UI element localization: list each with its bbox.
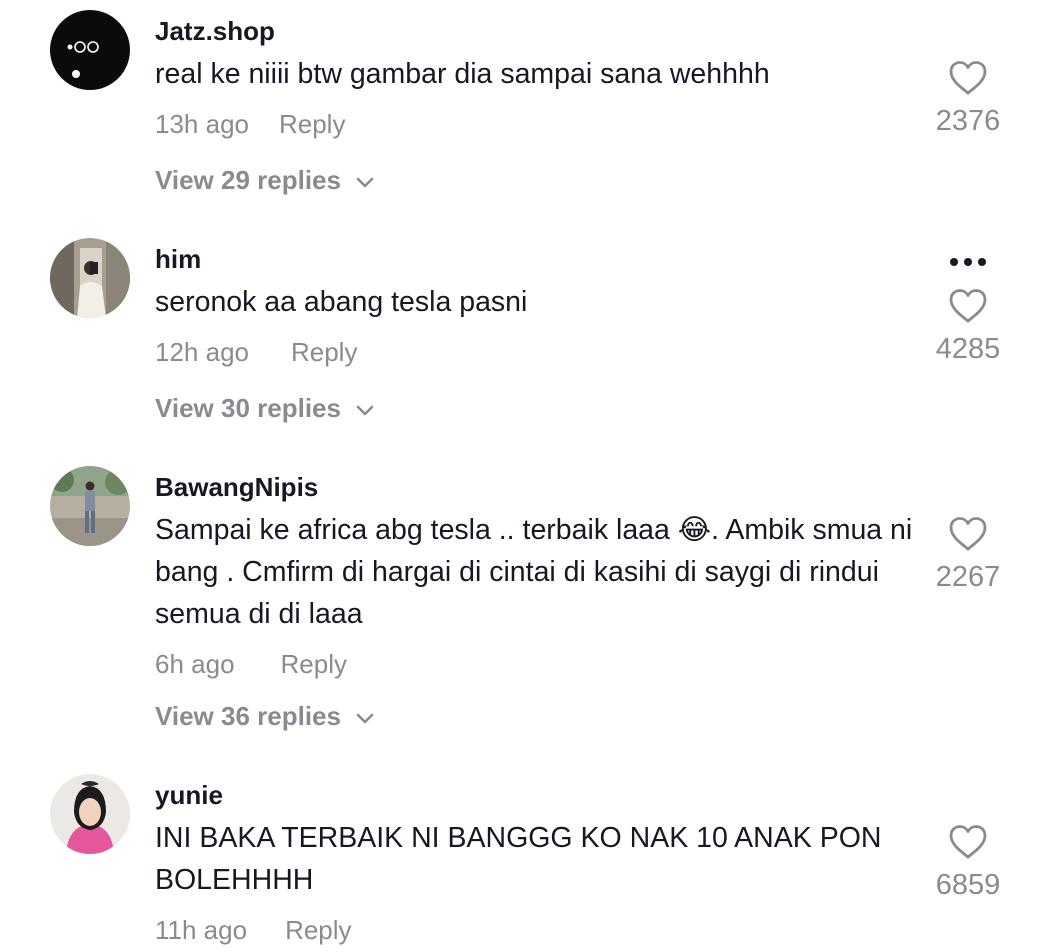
view-replies-button[interactable]: View 30 replies: [155, 393, 375, 424]
like-count: 4285: [935, 333, 1001, 365]
avatar[interactable]: [50, 774, 130, 854]
comment-text: seronok aa abang tesla pasni: [155, 286, 528, 318]
heart-outline-icon[interactable]: [948, 60, 988, 96]
comment-text: Sampai ke africa abg tesla .. terbaik la…: [155, 514, 913, 630]
timestamp: 12h ago: [155, 337, 249, 367]
heart-outline-icon[interactable]: [948, 288, 988, 324]
username[interactable]: BawangNipis: [155, 472, 318, 503]
heart-outline-icon[interactable]: [948, 824, 988, 860]
timestamp: 6h ago: [155, 649, 235, 679]
comment-meta: 12h ago Reply: [155, 337, 357, 368]
username[interactable]: yunie: [155, 780, 223, 811]
avatar[interactable]: [50, 466, 130, 546]
reply-button[interactable]: Reply: [285, 915, 351, 945]
chevron-down-icon: [355, 701, 375, 732]
like-count: 6859: [935, 869, 1001, 901]
comment-text: INI BAKA TERBAIK NI BANGGG KO NAK 10 ANA…: [155, 822, 882, 896]
username[interactable]: Jatz.shop: [155, 16, 275, 47]
heart-outline-icon[interactable]: [948, 516, 988, 552]
comment-text: real ke niiii btw gambar dia sampai sana…: [155, 58, 770, 90]
reply-button[interactable]: Reply: [279, 109, 345, 139]
reply-button[interactable]: Reply: [291, 337, 357, 367]
view-replies-label: View 36 replies: [155, 701, 341, 731]
username[interactable]: him: [155, 244, 201, 275]
view-replies-label: View 30 replies: [155, 393, 341, 423]
chevron-down-icon: [355, 165, 375, 196]
timestamp: 11h ago: [155, 915, 248, 945]
avatar[interactable]: [50, 238, 130, 318]
chevron-down-icon: [355, 393, 375, 424]
comment-meta: 11h ago Reply: [155, 915, 352, 946]
like-count: 2376: [935, 105, 1001, 137]
like-count: 2267: [935, 561, 1001, 593]
comment-meta: 6h ago Reply: [155, 649, 347, 680]
view-replies-button[interactable]: View 36 replies: [155, 701, 375, 732]
avatar[interactable]: [50, 10, 130, 90]
more-horizontal-icon[interactable]: [946, 255, 990, 269]
view-replies-label: View 29 replies: [155, 165, 341, 195]
timestamp: 13h ago: [155, 109, 249, 139]
comment-meta: 13h ago Reply: [155, 109, 345, 140]
view-replies-button[interactable]: View 29 replies: [155, 165, 375, 196]
reply-button[interactable]: Reply: [281, 649, 347, 679]
